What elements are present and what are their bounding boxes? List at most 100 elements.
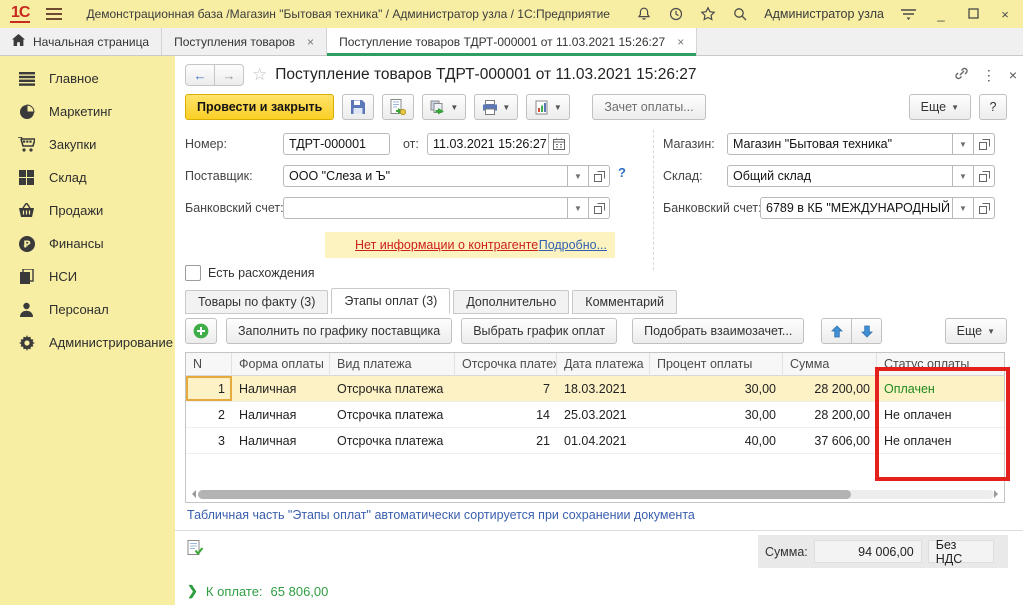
table-more-button[interactable]: Еще▼ (945, 318, 1007, 344)
move-row-up-button[interactable] (822, 319, 851, 343)
cell-payment-percent[interactable]: 30,00 (650, 402, 783, 428)
cell-payment-kind[interactable]: Отсрочка платежа (330, 428, 455, 454)
sidebar-item-personnel[interactable]: Персонал (0, 293, 175, 326)
dropdown-icon[interactable]: ▼ (953, 165, 974, 187)
cell-payment-date[interactable]: 18.03.2021 (557, 376, 650, 402)
cell-payment-kind[interactable]: Отсрочка платежа (330, 376, 455, 402)
open-icon[interactable] (974, 133, 995, 155)
col-header-payment-form[interactable]: Форма оплаты (232, 353, 330, 376)
offset-payment-button[interactable]: Зачет оплаты... (592, 94, 705, 120)
tab-close-icon[interactable]: × (677, 35, 684, 49)
tab-close-icon[interactable]: × (307, 35, 314, 49)
cell-n[interactable]: 3 (186, 428, 232, 454)
open-icon[interactable] (974, 165, 995, 187)
supplier-field[interactable]: ООО "Слеза и Ъ" ▼ ? (283, 165, 626, 187)
get-link-icon[interactable] (954, 66, 969, 84)
forward-arrow-button[interactable]: → (214, 65, 243, 85)
bank-account-field[interactable]: ▼ (283, 197, 610, 219)
dropdown-icon[interactable]: ▼ (568, 165, 589, 187)
cell-payment-date[interactable]: 01.04.2021 (557, 428, 650, 454)
document-posted-icon[interactable] (187, 540, 204, 560)
dropdown-icon[interactable]: ▼ (953, 133, 974, 155)
save-button[interactable] (342, 94, 374, 120)
notifications-bell-icon[interactable] (636, 6, 652, 22)
close-window-button[interactable]: × (997, 7, 1013, 22)
choose-payment-schedule-button[interactable]: Выбрать график оплат (461, 318, 617, 344)
cell-payment-form[interactable]: Наличная (232, 428, 330, 454)
sidebar-item-nsi[interactable]: НСИ (0, 260, 175, 293)
calendar-icon[interactable] (549, 133, 570, 155)
scrollbar-thumb[interactable] (198, 490, 851, 499)
cell-payment-status[interactable]: Оплачен (877, 376, 1004, 402)
help-button[interactable]: ? (979, 94, 1007, 120)
tab-receipt-document[interactable]: Поступление товаров ТДРТ-000001 от 11.03… (327, 28, 697, 55)
cell-payment-percent[interactable]: 30,00 (650, 376, 783, 402)
add-row-button[interactable] (185, 318, 217, 344)
sidebar-item-finance[interactable]: P Финансы (0, 227, 175, 260)
cell-delay[interactable]: 7 (455, 376, 557, 402)
cell-n[interactable]: 2 (186, 402, 232, 428)
expand-chevron-icon[interactable]: ❯ (187, 583, 198, 599)
date-field[interactable]: 11.03.2021 15:26:27 (427, 133, 570, 155)
favorite-star-icon[interactable]: ☆ (252, 65, 267, 85)
number-field[interactable]: ТДРТ-000001 (283, 133, 390, 155)
cell-sum[interactable]: 28 200,00 (783, 402, 877, 428)
create-based-on-button[interactable]: ▼ (422, 94, 466, 120)
cell-delay[interactable]: 14 (455, 402, 557, 428)
sidebar-item-marketing[interactable]: Маркетинг (0, 95, 175, 128)
search-icon[interactable] (732, 6, 748, 22)
col-header-payment-date[interactable]: Дата платежа (557, 353, 650, 376)
close-form-icon[interactable]: × (1009, 67, 1017, 83)
cell-payment-kind[interactable]: Отсрочка платежа (330, 402, 455, 428)
sidebar-item-main[interactable]: Главное (0, 62, 175, 95)
horizontal-scrollbar[interactable] (188, 488, 1002, 500)
dropdown-icon[interactable]: ▼ (568, 197, 589, 219)
col-header-n[interactable]: N (186, 353, 232, 376)
sidebar-item-warehouse[interactable]: Склад (0, 161, 175, 194)
tab-receipts-list[interactable]: Поступления товаров × (162, 28, 327, 55)
tab-comment[interactable]: Комментарий (572, 290, 677, 314)
history-icon[interactable] (668, 6, 684, 22)
main-menu-icon[interactable] (46, 8, 62, 20)
col-header-payment-status[interactable]: Статус оплаты (877, 353, 1004, 376)
cell-n[interactable]: 1 (186, 376, 232, 402)
open-icon[interactable] (589, 197, 610, 219)
warning-message-link[interactable]: Нет информации о контрагенте (355, 238, 538, 252)
pick-offset-button[interactable]: Подобрать взаимозачет... (632, 318, 804, 344)
minimize-button[interactable]: _ (933, 7, 949, 22)
print-button[interactable]: ▼ (474, 94, 518, 120)
post-and-close-button[interactable]: Провести и закрыть (185, 94, 334, 120)
col-header-payment-percent[interactable]: Процент оплаты (650, 353, 783, 376)
cell-payment-status[interactable]: Не оплачен (877, 402, 1004, 428)
cell-sum[interactable]: 37 606,00 (783, 428, 877, 454)
service-menu-icon[interactable] (900, 7, 917, 21)
cell-sum[interactable]: 28 200,00 (783, 376, 877, 402)
back-arrow-button[interactable]: ← (186, 65, 214, 85)
cell-payment-date[interactable]: 25.03.2021 (557, 402, 650, 428)
move-row-down-button[interactable] (851, 319, 881, 343)
warehouse-field[interactable]: Общий склад ▼ (727, 165, 995, 187)
col-header-sum[interactable]: Сумма (783, 353, 877, 376)
warning-details-link[interactable]: Подробно... (539, 238, 607, 252)
dropdown-icon[interactable]: ▼ (953, 197, 974, 219)
post-document-button[interactable] (382, 94, 414, 120)
current-user[interactable]: Администратор узла (764, 7, 884, 21)
reports-button[interactable]: ▼ (526, 94, 570, 120)
scroll-right-arrow[interactable] (994, 490, 1002, 498)
col-header-payment-kind[interactable]: Вид платежа (330, 353, 455, 376)
scroll-left-arrow[interactable] (188, 490, 196, 498)
favorites-star-icon[interactable] (700, 6, 716, 22)
discrepancy-checkbox[interactable] (185, 265, 201, 281)
open-icon[interactable] (589, 165, 610, 187)
open-icon[interactable] (974, 197, 995, 219)
tab-additional[interactable]: Дополнительно (453, 290, 569, 314)
tab-payment-stages[interactable]: Этапы оплат (3) (331, 288, 450, 314)
shop-field[interactable]: Магазин "Бытовая техника" ▼ (727, 133, 995, 155)
sidebar-item-purchases[interactable]: Закупки (0, 128, 175, 161)
sidebar-item-sales[interactable]: Продажи (0, 194, 175, 227)
cell-payment-percent[interactable]: 40,00 (650, 428, 783, 454)
cell-delay[interactable]: 21 (455, 428, 557, 454)
col-header-delay[interactable]: Отсрочка платежа (455, 353, 557, 376)
table-row[interactable]: 2 Наличная Отсрочка платежа 14 25.03.202… (186, 402, 1004, 428)
sidebar-item-administration[interactable]: Администрирование (0, 326, 175, 359)
